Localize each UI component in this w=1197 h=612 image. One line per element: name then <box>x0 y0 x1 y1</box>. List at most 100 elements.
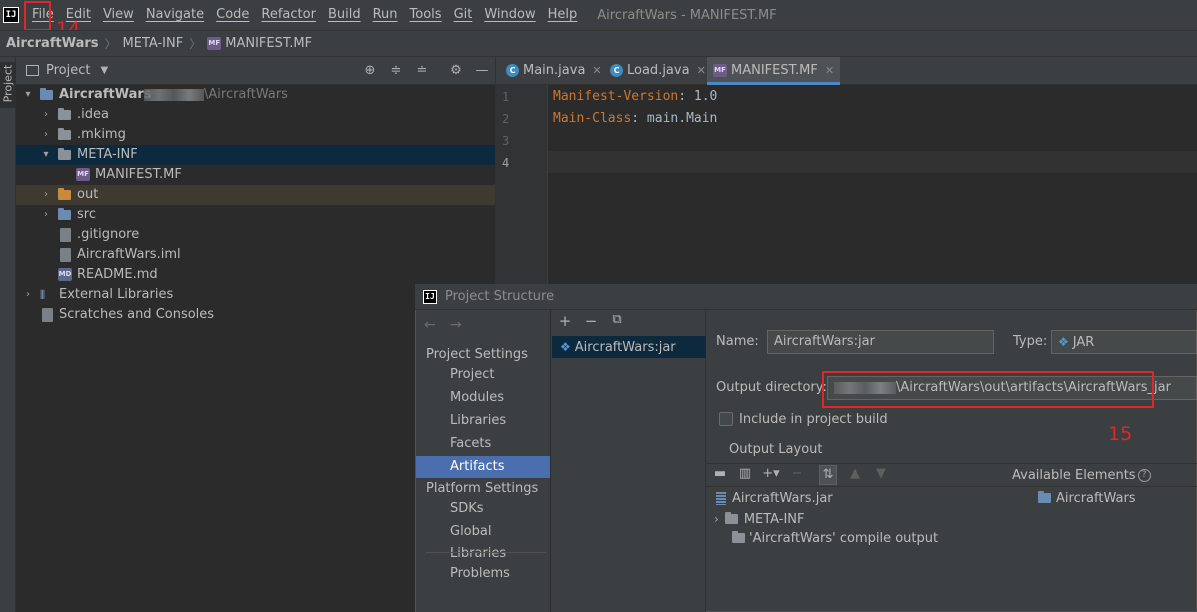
layout-item-label: META-INF <box>743 512 805 527</box>
type-label: Type: <box>1013 334 1048 349</box>
nav-sdks[interactable]: SDKs <box>416 498 550 520</box>
tree-item-readme[interactable]: MD README.md <box>16 265 495 285</box>
project-panel-title[interactable]: Project <box>46 63 90 78</box>
tree-item-root[interactable]: ▾ AircraftWars \AircraftWars <box>16 85 495 105</box>
nav-facets[interactable]: Facets <box>416 433 550 455</box>
menu-refactor[interactable]: Refactor <box>255 0 322 30</box>
tab-manifest[interactable]: MF MANIFEST.MF ✕ <box>707 57 841 85</box>
chevron-down-icon[interactable]: ▼ <box>100 65 108 76</box>
tree-item-manifest[interactable]: MF MANIFEST.MF <box>16 165 495 185</box>
collapsed-arrow-icon[interactable]: › <box>40 125 52 145</box>
tree-item-gitignore[interactable]: .gitignore <box>16 225 495 245</box>
remove-icon[interactable]: − <box>582 312 600 330</box>
code-line-2[interactable]: Main-Class: main.Main <box>553 111 717 126</box>
collapsed-arrow-icon[interactable]: › <box>40 185 52 205</box>
new-folder-icon[interactable]: ▬ <box>711 466 729 481</box>
back-arrow-icon[interactable]: ← <box>424 317 436 333</box>
add-copy-icon[interactable]: +▾ <box>762 466 780 481</box>
close-icon[interactable]: ✕ <box>592 64 601 77</box>
include-in-build-checkbox[interactable] <box>719 412 733 426</box>
move-up-icon[interactable]: ▲ <box>846 466 864 481</box>
menu-window[interactable]: Window <box>478 0 541 30</box>
nav-modules[interactable]: Modules <box>416 387 550 409</box>
annotation-box-file-menu <box>24 1 51 31</box>
code-line-1[interactable]: Manifest-Version: 1.0 <box>553 89 717 104</box>
chevron-right-icon: 〉 <box>104 37 117 51</box>
project-tool-window-button[interactable]: Project <box>0 62 16 108</box>
tree-item-mkimg[interactable]: › .mkimg <box>16 125 495 145</box>
breadcrumb-folder[interactable]: META-INF <box>123 36 184 51</box>
copy-icon[interactable]: ⧉ <box>608 312 626 327</box>
menu-run[interactable]: Run <box>367 0 404 30</box>
tree-item-meta-inf[interactable]: ▾ META-INF <box>16 145 495 165</box>
manifest-key: Manifest-Version <box>553 89 679 104</box>
help-icon[interactable]: ? <box>1137 469 1151 482</box>
gitignore-file-icon <box>60 228 71 242</box>
collapse-all-icon[interactable]: ≐ <box>414 63 430 78</box>
menu-navigate[interactable]: Navigate <box>140 0 210 30</box>
tree-item-src[interactable]: › src <box>16 205 495 225</box>
java-class-icon: C <box>506 64 519 77</box>
nav-global-libraries[interactable]: Global Libraries <box>416 521 550 561</box>
available-item-module[interactable]: AircraftWars <box>1038 489 1136 509</box>
module-folder-icon <box>40 88 53 100</box>
tree-item-out[interactable]: › out <box>16 185 495 205</box>
breadcrumb-file[interactable]: MANIFEST.MF <box>225 36 312 51</box>
nav-problems[interactable]: Problems <box>416 563 550 585</box>
tree-label: AircraftWars <box>59 87 152 102</box>
nav-divider <box>426 552 546 553</box>
nav-project[interactable]: Project <box>416 364 550 386</box>
nav-libraries[interactable]: Libraries <box>416 410 550 432</box>
breadcrumb-project[interactable]: AircraftWars <box>6 36 99 51</box>
sort-icon[interactable]: ⇅ <box>819 465 837 485</box>
tab-load-java[interactable]: C Load.java ✕ <box>604 57 712 85</box>
menu-build[interactable]: Build <box>322 0 367 30</box>
platform-settings-heading: Platform Settings <box>426 481 539 496</box>
artifact-name-field[interactable]: AircraftWars:jar <box>767 330 994 354</box>
expand-all-icon[interactable]: ≑ <box>388 63 404 78</box>
jar-type-icon: ❖ <box>1058 335 1069 349</box>
tree-label: External Libraries <box>59 287 174 302</box>
output-layout-tab[interactable]: Output Layout <box>729 442 822 457</box>
tab-label: Load.java <box>627 63 690 78</box>
gear-icon[interactable]: ⚙ <box>448 63 464 78</box>
artifact-type-select[interactable]: ❖ JAR <box>1051 330 1197 354</box>
dialog-titlebar[interactable]: IJ Project Structure <box>415 284 1197 310</box>
move-down-icon[interactable]: ▼ <box>872 466 890 481</box>
artifact-item[interactable]: ❖ AircraftWars:jar <box>552 336 706 358</box>
menu-tools[interactable]: Tools <box>404 0 448 30</box>
tab-main-java[interactable]: C Main.java ✕ <box>500 57 608 85</box>
layout-item-jar[interactable]: AircraftWars.jar <box>716 489 833 509</box>
close-icon[interactable]: ✕ <box>697 64 706 77</box>
tree-item-idea[interactable]: › .idea <box>16 105 495 125</box>
dialog-title: Project Structure <box>445 289 555 304</box>
menu-help[interactable]: Help <box>542 0 584 30</box>
collapsed-arrow-icon[interactable]: › <box>22 285 34 305</box>
libraries-icon: ⫴ <box>40 288 46 302</box>
layout-item-compile-output[interactable]: 'AircraftWars' compile output <box>732 529 938 549</box>
editor-tab-bar: C Main.java ✕ C Load.java ✕ MF MANIFEST.MF ✕ <box>495 57 1197 85</box>
intellij-logo-icon: IJ <box>423 289 437 304</box>
menu-git[interactable]: Git <box>448 0 479 30</box>
tree-item-iml[interactable]: AircraftWars.iml <box>16 245 495 265</box>
expand-arrow-icon[interactable]: ▾ <box>22 85 34 105</box>
menu-code[interactable]: Code <box>210 0 255 30</box>
expand-arrow-icon[interactable]: ▾ <box>40 145 52 165</box>
line-number: 4 <box>502 156 510 170</box>
nav-artifacts[interactable]: Artifacts <box>416 456 550 478</box>
archive-icon[interactable]: ▥ <box>736 466 754 481</box>
menu-view[interactable]: View <box>97 0 140 30</box>
locate-target-icon[interactable]: ⊕ <box>362 63 378 78</box>
manifest-file-icon: MF <box>76 168 90 181</box>
add-icon[interactable]: + <box>556 312 574 330</box>
remove-icon[interactable]: − <box>788 466 806 481</box>
forward-arrow-icon[interactable]: → <box>450 317 462 333</box>
collapsed-arrow-icon[interactable]: › <box>40 105 52 125</box>
collapsed-arrow-icon[interactable]: › <box>714 512 719 526</box>
artifact-icon: ❖ <box>560 340 571 354</box>
close-icon[interactable]: ✕ <box>825 64 834 77</box>
chevron-right-icon: 〉 <box>189 37 202 51</box>
minimize-icon[interactable]: — <box>474 63 490 78</box>
layout-item-meta-inf[interactable]: › META-INF <box>714 509 805 529</box>
collapsed-arrow-icon[interactable]: › <box>40 205 52 225</box>
